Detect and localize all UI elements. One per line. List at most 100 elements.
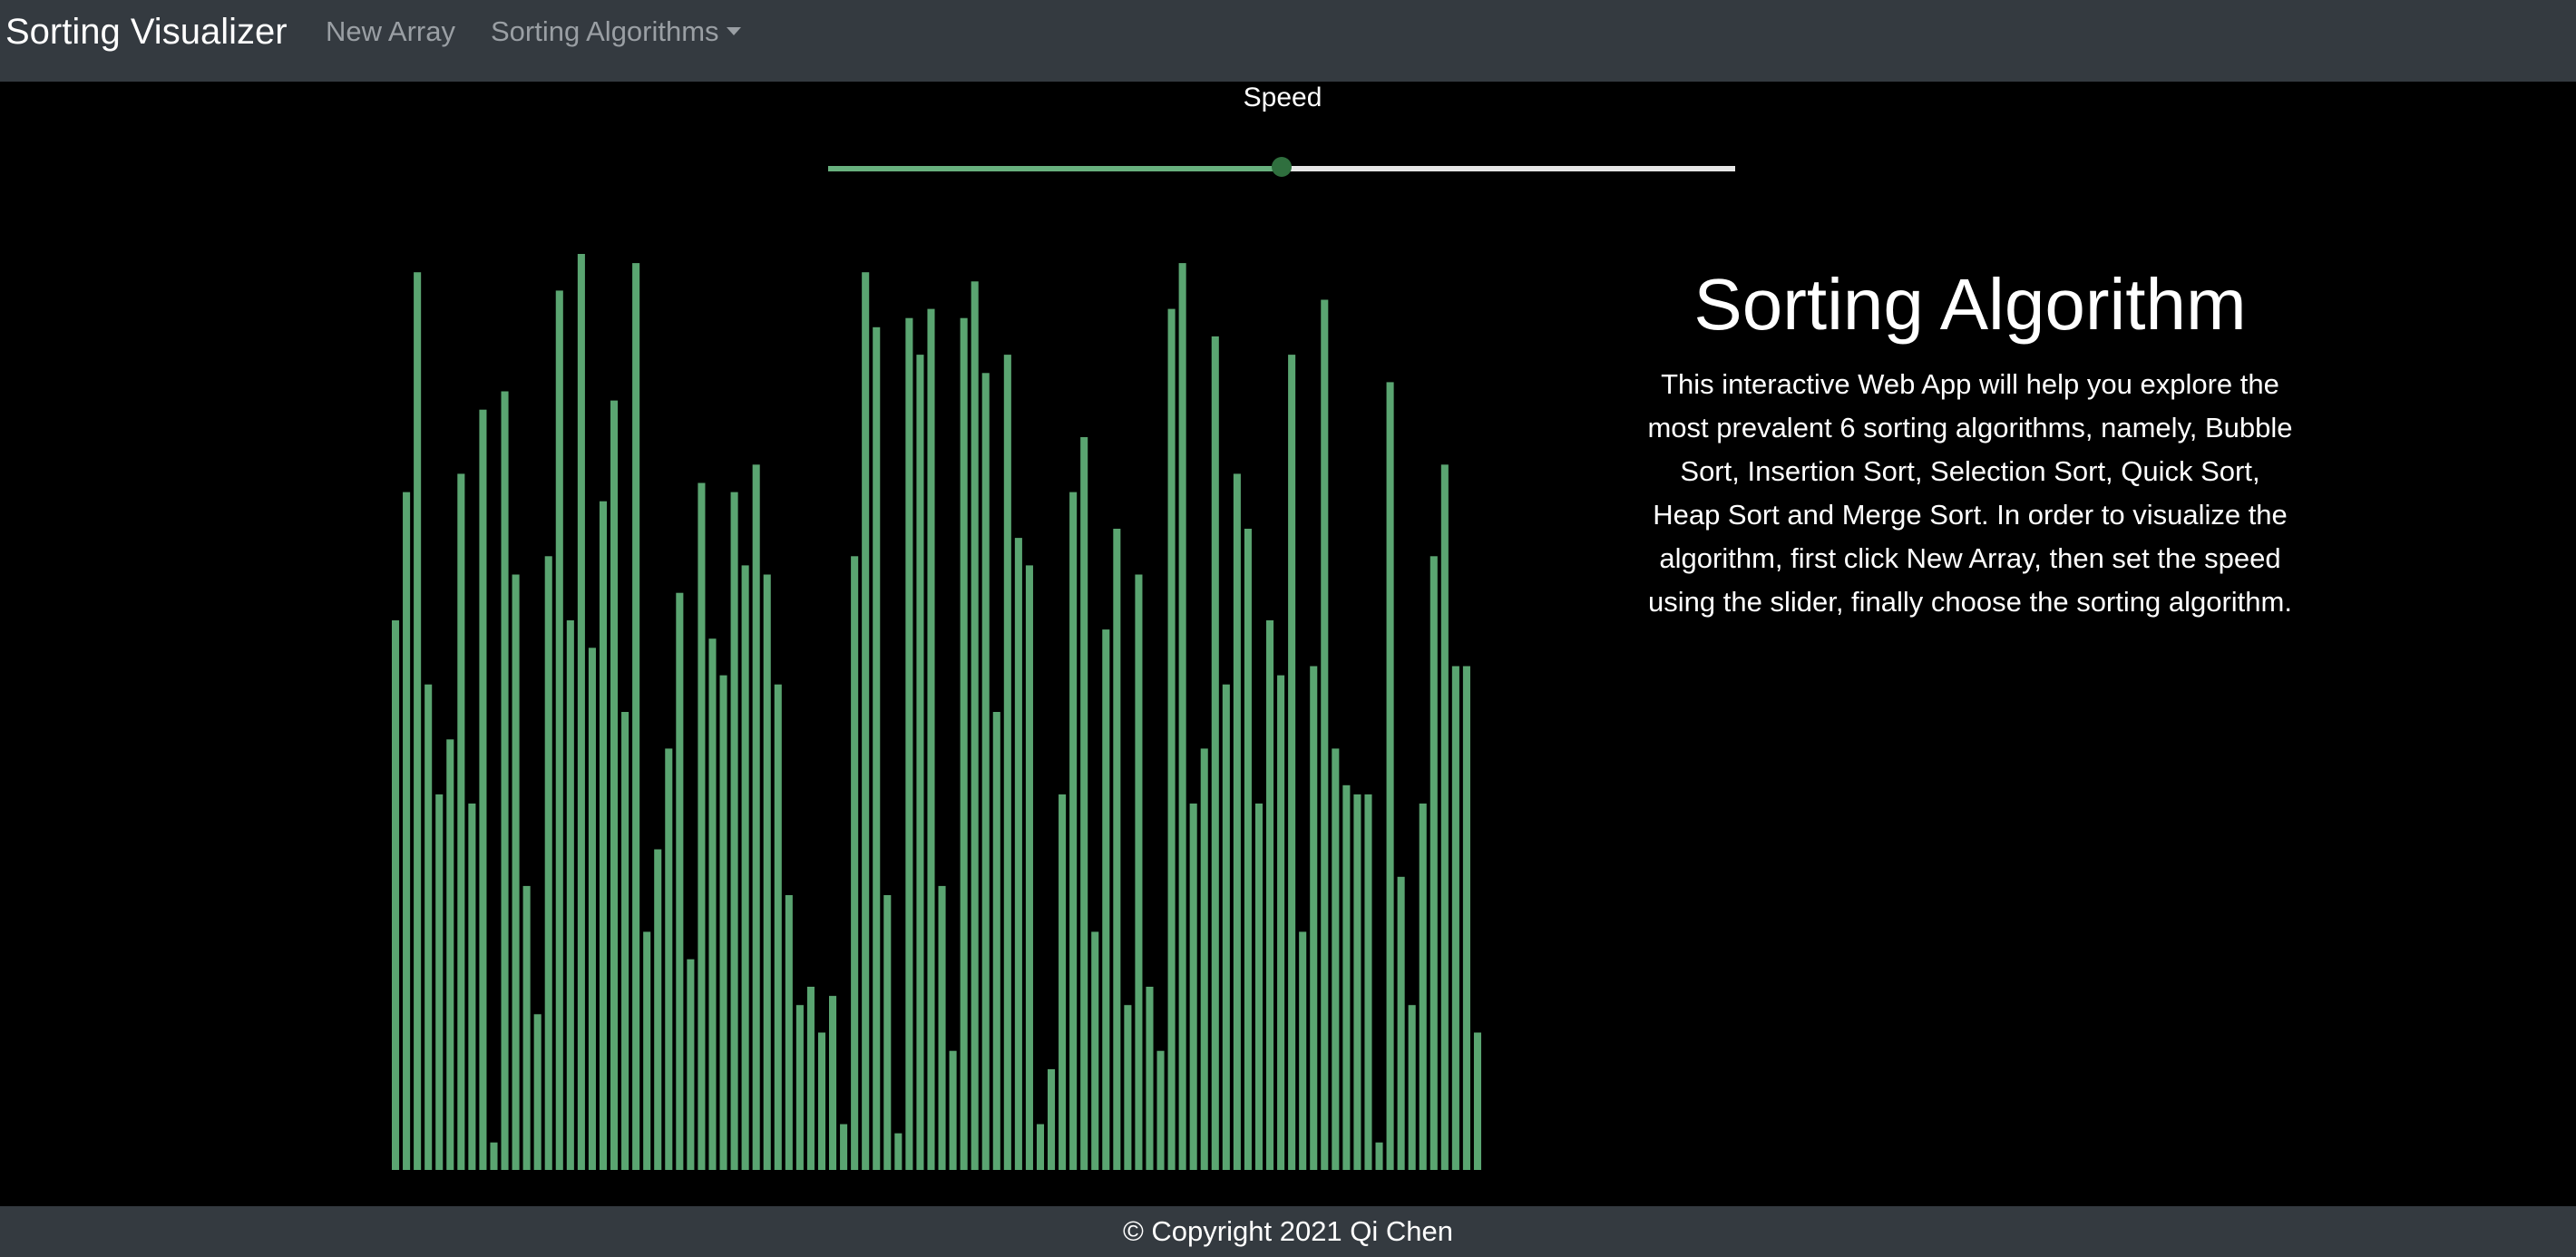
array-bar-11 <box>512 574 520 1170</box>
array-bar-2 <box>414 272 422 1170</box>
array-bar-80 <box>1266 620 1274 1170</box>
array-bar-54 <box>981 373 990 1170</box>
array-bar-98 <box>1462 666 1470 1170</box>
array-bar-34 <box>763 574 771 1170</box>
array-bar-32 <box>741 565 749 1170</box>
array-bar-10 <box>501 391 509 1170</box>
array-bar-18 <box>588 648 596 1170</box>
array-bar-93 <box>1408 1005 1416 1170</box>
array-bar-64 <box>1091 931 1099 1170</box>
array-bar-79 <box>1254 804 1264 1170</box>
info-description: This interactive Web App will help you e… <box>1647 368 2293 618</box>
chevron-down-icon <box>726 27 741 35</box>
array-bar-13 <box>533 1014 542 1170</box>
array-bar-66 <box>1113 529 1121 1170</box>
footer: © Copyright 2021 Qi Chen <box>0 1206 2576 1257</box>
array-bar-88 <box>1353 794 1361 1170</box>
array-bar-69 <box>1146 987 1154 1170</box>
array-bar-97 <box>1451 666 1459 1170</box>
array-bar-50 <box>938 885 946 1170</box>
array-bar-37 <box>795 1005 804 1170</box>
array-bar-81 <box>1277 675 1285 1170</box>
array-bar-77 <box>1233 473 1241 1170</box>
array-bar-9 <box>490 1142 498 1170</box>
array-bar-86 <box>1332 748 1340 1170</box>
array-bar-30 <box>719 675 727 1170</box>
array-bar-73 <box>1189 804 1197 1170</box>
array-bar-35 <box>774 684 782 1170</box>
slider-fill <box>828 166 1282 171</box>
array-bar-12 <box>522 885 531 1170</box>
array-bar-59 <box>1036 1124 1045 1170</box>
array-bar-76 <box>1222 684 1230 1170</box>
array-bar-74 <box>1200 748 1208 1170</box>
array-bar-75 <box>1211 336 1219 1170</box>
array-bar-23 <box>643 931 651 1170</box>
array-bar-26 <box>676 592 684 1170</box>
array-bar-48 <box>916 355 924 1170</box>
brand-link[interactable]: Sorting Visualizer <box>5 9 288 54</box>
speed-label: Speed <box>1243 83 1322 112</box>
array-bar-94 <box>1419 804 1427 1170</box>
footer-copyright: © Copyright 2021 Qi Chen <box>1122 1215 1454 1247</box>
array-bar-15 <box>555 290 563 1170</box>
array-bar-45 <box>883 895 892 1170</box>
array-bar-3 <box>424 684 433 1170</box>
array-bar-21 <box>621 712 629 1170</box>
array-bar-87 <box>1342 784 1351 1170</box>
array-bar-20 <box>610 400 619 1170</box>
speed-slider[interactable] <box>828 154 1735 180</box>
array-bar-29 <box>708 638 717 1170</box>
array-bar-65 <box>1102 629 1110 1170</box>
array-bar-78 <box>1244 529 1252 1170</box>
array-bar-24 <box>654 849 662 1170</box>
array-bar-40 <box>829 996 837 1170</box>
array-bar-22 <box>632 263 640 1170</box>
array-bar-85 <box>1321 299 1329 1170</box>
array-bar-33 <box>752 464 760 1170</box>
array-bar-38 <box>806 987 815 1170</box>
array-bar-19 <box>599 501 608 1170</box>
array-bar-44 <box>873 326 881 1170</box>
array-bar-90 <box>1375 1142 1383 1170</box>
array-bar-27 <box>687 959 695 1170</box>
array-bar-51 <box>949 1050 957 1170</box>
slider-thumb[interactable] <box>1272 157 1292 177</box>
array-bar-67 <box>1124 1005 1132 1170</box>
array-bar-63 <box>1080 437 1088 1170</box>
array-bar-1 <box>403 492 411 1170</box>
array-bar-36 <box>785 895 793 1170</box>
navbar: Sorting Visualizer New Array Sorting Alg… <box>0 0 2576 82</box>
array-bar-25 <box>665 748 673 1170</box>
array-bar-6 <box>457 473 465 1170</box>
array-bar-49 <box>927 308 935 1170</box>
array-bar-57 <box>1014 538 1022 1170</box>
array-bar-61 <box>1059 794 1067 1170</box>
array-bar-83 <box>1299 931 1307 1170</box>
array-bar-14 <box>544 556 552 1170</box>
array-bar-0 <box>392 620 400 1170</box>
array-bar-89 <box>1364 794 1372 1170</box>
sorting-algorithms-label: Sorting Algorithms <box>491 15 719 47</box>
array-bar-28 <box>698 482 706 1170</box>
array-bar-62 <box>1069 492 1078 1170</box>
array-bar-68 <box>1135 574 1143 1170</box>
array-bar-91 <box>1386 382 1394 1170</box>
array-bar-47 <box>905 317 913 1170</box>
array-bar-chart <box>392 254 1482 1170</box>
array-bar-82 <box>1288 355 1296 1170</box>
array-bar-39 <box>817 1032 826 1170</box>
array-bar-16 <box>566 620 574 1170</box>
sorting-algorithms-dropdown[interactable]: Sorting Algorithms <box>491 13 741 51</box>
array-bar-84 <box>1310 666 1318 1170</box>
array-bar-60 <box>1048 1068 1056 1170</box>
array-bar-42 <box>851 556 859 1170</box>
array-bar-31 <box>730 492 738 1170</box>
array-bar-8 <box>479 409 487 1170</box>
array-bar-4 <box>435 794 444 1170</box>
array-bar-58 <box>1025 565 1033 1170</box>
array-bar-99 <box>1473 1032 1482 1170</box>
array-bar-71 <box>1167 308 1176 1170</box>
new-array-link[interactable]: New Array <box>326 13 455 51</box>
array-bar-72 <box>1178 263 1186 1170</box>
